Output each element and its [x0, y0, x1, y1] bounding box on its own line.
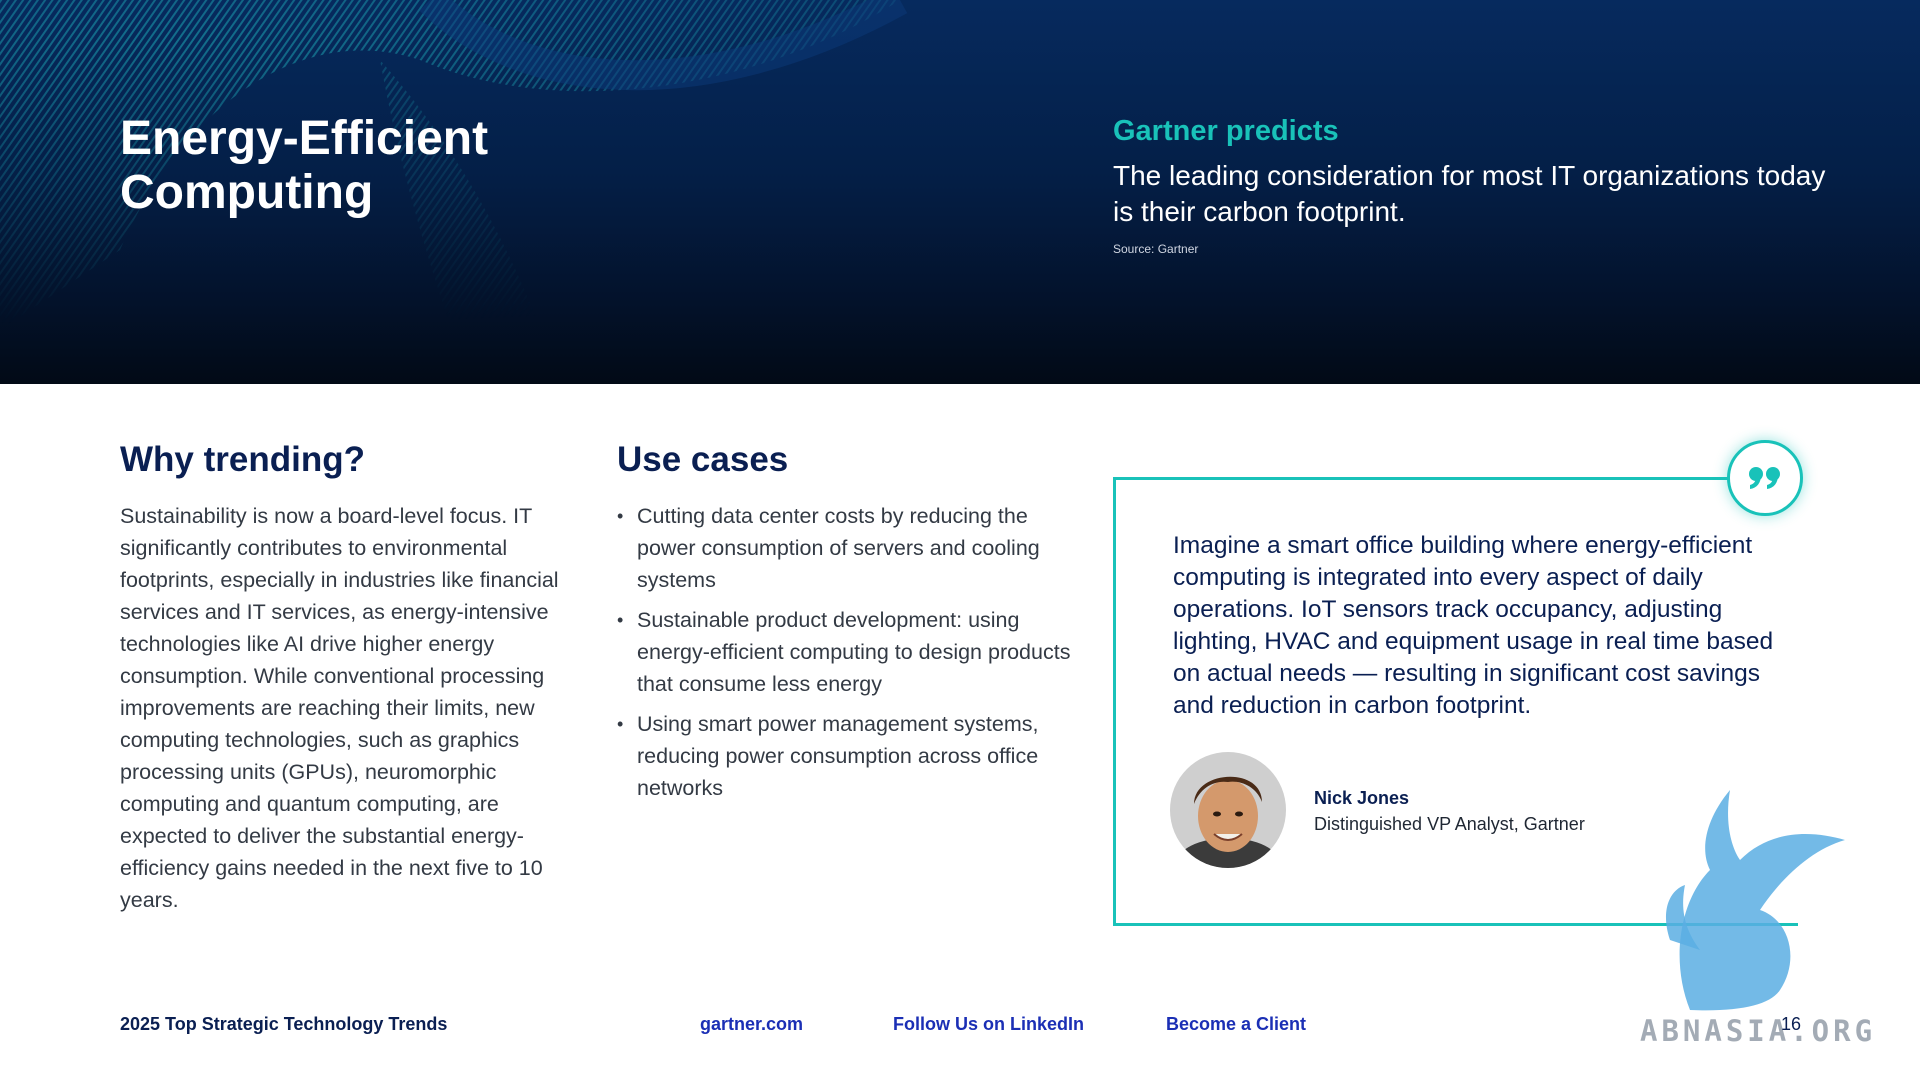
use-cases-heading: Use cases — [617, 440, 789, 479]
page-title: Energy-Efficient Computing — [120, 112, 489, 219]
list-item: Using smart power management systems, re… — [617, 708, 1077, 804]
griffin-watermark — [1665, 790, 1845, 1011]
quote-icon — [1749, 467, 1780, 489]
person-title: Distinguished VP Analyst, Gartner — [1314, 814, 1585, 834]
page-number: 16 — [1781, 1014, 1802, 1034]
footer-title: 2025 Top Strategic Technology Trends — [120, 1014, 448, 1034]
prediction-text: The leading consideration for most IT or… — [1113, 160, 1826, 227]
become-client-link[interactable]: Become a Client — [1166, 1014, 1306, 1035]
hero-banner: Energy-Efficient Computing Gartner predi… — [0, 0, 1920, 384]
gartner-link[interactable]: gartner.com — [700, 1014, 803, 1035]
prediction-source: Source: Gartner — [1113, 242, 1199, 256]
person-name: Nick Jones — [1314, 788, 1410, 808]
linkedin-link[interactable]: Follow Us on LinkedIn — [893, 1014, 1084, 1035]
quote-badge — [1727, 440, 1803, 516]
quote-text: Imagine a smart office building where en… — [1173, 532, 1774, 719]
use-cases-list: Cutting data center costs by reducing th… — [617, 500, 1077, 812]
list-item: Sustainable product development: using e… — [617, 604, 1077, 700]
why-trending-text: Sustainability is now a board-level focu… — [120, 504, 559, 912]
why-trending-heading: Why trending? — [120, 440, 365, 479]
avatar — [1170, 752, 1286, 868]
list-item: Cutting data center costs by reducing th… — [617, 500, 1077, 596]
prediction-heading: Gartner predicts — [1113, 115, 1339, 147]
watermark-text: ABNASIA.ORG — [1640, 1014, 1877, 1048]
